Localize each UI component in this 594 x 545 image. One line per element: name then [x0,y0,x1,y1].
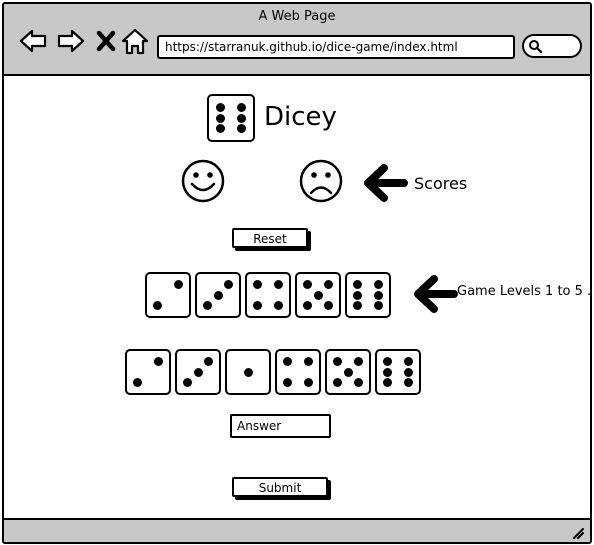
die-pip [374,301,383,310]
die-pip [224,280,233,289]
status-bar [4,518,590,542]
die-pip [324,301,333,310]
die-pip [174,280,183,289]
die-pip [283,357,292,366]
resize-grip-icon[interactable] [570,525,584,539]
die-pip [253,301,262,310]
die-pip [213,290,223,300]
die-pip [193,367,203,377]
die-pip [333,378,342,387]
die-pip [404,367,413,377]
die-pip [354,378,363,387]
sad-face-icon [299,159,343,203]
die-pip [203,301,212,310]
browser-chrome: A Web Page [4,4,590,76]
die-pip [216,124,225,133]
arrow-left-icon [364,164,408,202]
smiley-face-icon [181,159,225,203]
die-pip [374,280,383,289]
puzzle-die[interactable] [125,349,171,395]
scores-note: Scores [414,174,468,193]
die-pip [374,290,383,300]
die-pip [404,357,413,366]
level-die[interactable] [345,272,391,318]
die-pip [303,301,312,310]
forward-arrow-icon[interactable] [56,26,86,56]
die-pip [237,124,246,133]
level-die[interactable] [145,272,191,318]
die-pip [333,357,342,366]
reset-button[interactable]: Reset [232,228,308,248]
page-title: Dicey [264,102,337,132]
die-pip [283,378,292,387]
die-pip [304,378,313,387]
levels-note: Game Levels 1 to 5 . [457,284,592,299]
close-icon[interactable] [92,26,122,56]
search-icon [529,40,542,53]
url-bar[interactable] [157,35,515,59]
back-arrow-icon[interactable] [18,26,48,56]
die-pip [383,357,392,366]
die-pip [216,103,225,112]
window-title: A Web Page [258,9,336,24]
die-pip [354,357,363,366]
submit-button[interactable]: Submit [232,477,328,497]
level-die[interactable] [195,272,241,318]
die-pip [237,113,246,123]
die-pip [324,280,333,289]
die-pip [204,357,213,366]
die-pip [404,378,413,387]
die-pip [274,280,283,289]
die-pip [313,290,323,300]
die-pip [153,301,162,310]
puzzle-dice-row [125,349,421,395]
die-pip [154,357,163,366]
arrow-left-icon [414,275,458,313]
die-pip [183,378,192,387]
die-pip [133,378,142,387]
die-pip [303,280,312,289]
level-die[interactable] [295,272,341,318]
puzzle-die[interactable] [275,349,321,395]
die-pip [237,103,246,112]
browser-window: A Web Page Dicey [2,2,592,544]
die-pip [253,280,262,289]
die-pip [353,301,362,310]
die-pip [304,357,313,366]
puzzle-die[interactable] [375,349,421,395]
die-pip [274,301,283,310]
die-pip [216,113,225,123]
puzzle-die[interactable] [225,349,271,395]
die-pip [243,367,253,377]
level-die[interactable] [245,272,291,318]
die-pip [383,378,392,387]
die-pip [343,367,353,377]
die-pip [353,280,362,289]
die-pip [383,367,392,377]
logo-die-icon [207,94,255,142]
puzzle-die[interactable] [175,349,221,395]
answer-input[interactable] [230,414,331,438]
home-icon[interactable] [120,26,150,56]
search-box[interactable] [522,34,582,58]
level-dice-row [145,272,391,318]
puzzle-die[interactable] [325,349,371,395]
die-pip [353,290,362,300]
